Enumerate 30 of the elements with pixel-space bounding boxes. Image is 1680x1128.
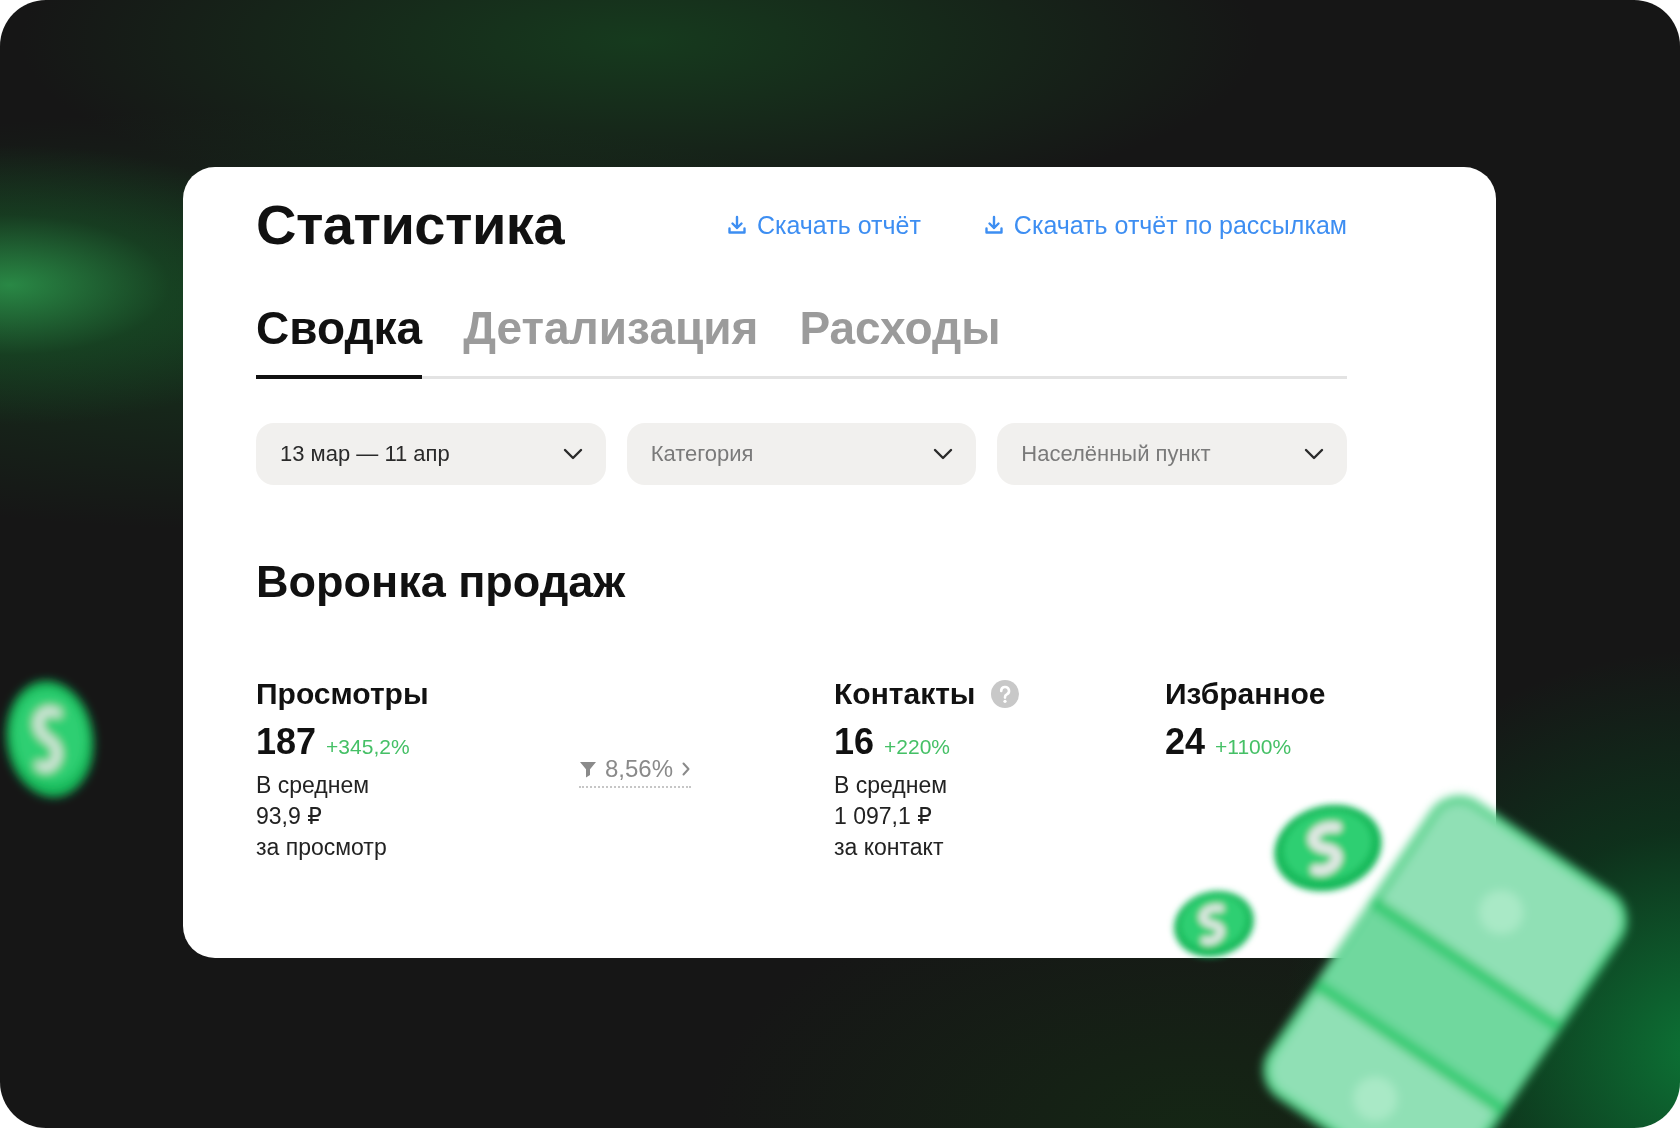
chevron-right-icon (681, 761, 692, 777)
metric-value: 16 (834, 721, 875, 763)
average-cost-text: В среднем 1 097,1 ₽ за контакт (834, 771, 949, 862)
average-cost-text: В среднем 93,9 ₽ за просмотр (256, 771, 388, 862)
filter-dropdown[interactable]: Категория (626, 423, 977, 485)
page-title: Статистика (256, 193, 565, 257)
download-report-link[interactable]: Скачать отчёт по рассылкам (982, 210, 1347, 240)
chevron-down-icon (932, 447, 955, 461)
download-report-link[interactable]: Скачать отчёт (725, 210, 921, 240)
chevron-down-icon (561, 447, 584, 461)
change-percent: +220% (884, 734, 951, 760)
metric-title: Избранное (1165, 676, 1326, 712)
metric-title: Контакты (834, 676, 976, 712)
tab[interactable]: Расходы (799, 303, 1001, 379)
section-title: Воронка продаж (256, 555, 627, 609)
funnel-icon (579, 760, 597, 778)
metric-title: Просмотры (256, 676, 429, 712)
tab[interactable]: Детализация (463, 303, 759, 379)
filter-dropdown[interactable]: Населённый пункт (997, 423, 1347, 485)
chevron-down-icon (1303, 447, 1325, 461)
metric-value: 24 (1165, 721, 1206, 763)
download-icon (725, 214, 748, 236)
conversion-rate-link[interactable]: 8,56% (579, 755, 692, 788)
change-percent: +345,2% (326, 734, 410, 760)
tab[interactable]: Сводка (256, 303, 423, 379)
help-icon[interactable] (991, 680, 1020, 708)
metric-value: 187 (256, 721, 317, 763)
download-icon (982, 214, 1005, 236)
change-percent: +1100% (1215, 734, 1292, 760)
filter-dropdown[interactable]: 13 мар — 11 апр (256, 423, 606, 485)
